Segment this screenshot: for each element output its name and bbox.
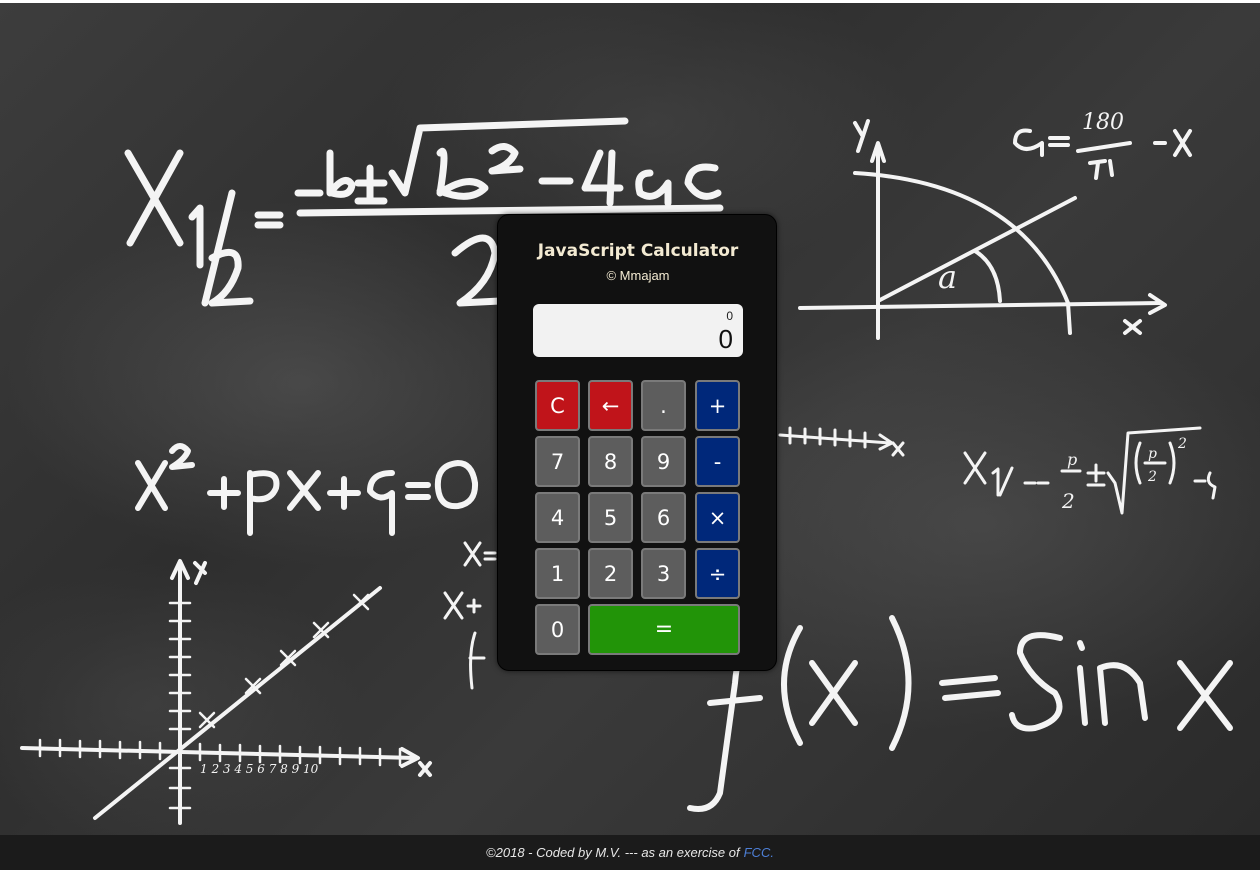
add-button[interactable]: + <box>695 380 740 431</box>
four-button[interactable]: 4 <box>535 492 580 543</box>
five-button[interactable]: 5 <box>588 492 633 543</box>
calculator-display: 0 0 <box>533 304 743 357</box>
svg-text:180: 180 <box>1082 110 1124 135</box>
nine-button[interactable]: 9 <box>641 436 686 487</box>
three-button[interactable]: 3 <box>641 548 686 599</box>
calculator-author: © Mmajam <box>606 268 670 283</box>
eight-button[interactable]: 8 <box>588 436 633 487</box>
svg-text:1 2 3 4 5 6 7 8 9 10: 1 2 3 4 5 6 7 8 9 10 <box>200 762 319 776</box>
svg-text:2: 2 <box>1177 436 1187 452</box>
backspace-button[interactable]: ← <box>588 380 633 431</box>
equals-button[interactable]: = <box>588 604 740 655</box>
svg-text:a: a <box>938 258 957 296</box>
divide-button[interactable]: ÷ <box>695 548 740 599</box>
multiply-button[interactable]: × <box>695 492 740 543</box>
six-button[interactable]: 6 <box>641 492 686 543</box>
calculator-panel: JavaScript Calculator © Mmajam 0 0 C ← .… <box>497 214 777 671</box>
svg-text:2: 2 <box>1061 489 1075 513</box>
fcc-link[interactable]: FCC. <box>744 845 774 860</box>
one-button[interactable]: 1 <box>535 548 580 599</box>
seven-button[interactable]: 7 <box>535 436 580 487</box>
svg-text:2: 2 <box>1147 469 1157 485</box>
clear-button[interactable]: C <box>535 380 580 431</box>
svg-text:p: p <box>1067 450 1077 469</box>
svg-text:p: p <box>1148 446 1157 462</box>
footer-text: ©2018 - Coded by M.V. --- as an exercise… <box>486 845 740 860</box>
subtract-button[interactable]: - <box>695 436 740 487</box>
page-footer: ©2018 - Coded by M.V. --- as an exercise… <box>0 835 1260 870</box>
calculator-title: JavaScript Calculator <box>537 241 739 261</box>
zero-button[interactable]: 0 <box>535 604 580 655</box>
display-value: 0 <box>718 324 733 354</box>
decimal-button[interactable]: . <box>641 380 686 431</box>
display-formula: 0 <box>726 309 733 323</box>
two-button[interactable]: 2 <box>588 548 633 599</box>
